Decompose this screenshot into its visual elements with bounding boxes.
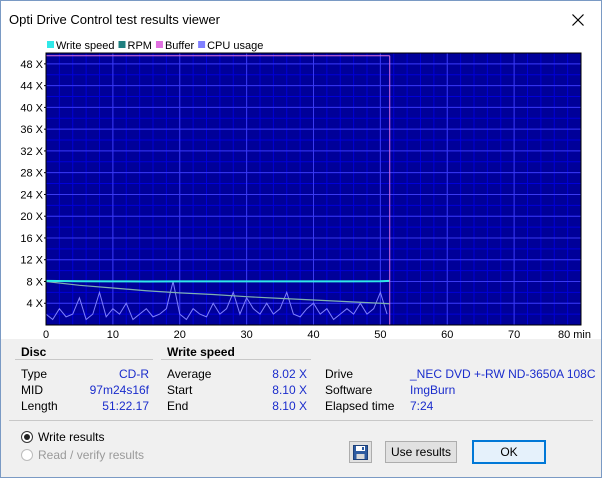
write-speed-line — [45, 279, 390, 283]
y-tick-label: 44 X — [20, 81, 43, 93]
software-label: Software — [325, 383, 373, 397]
x-tick-label: 50 — [374, 329, 386, 339]
elapsed-time-label: Elapsed time — [325, 399, 395, 413]
y-tick-label: 32 X — [20, 146, 43, 158]
disc-length-value: 51:22.17 — [102, 399, 149, 413]
elapsed-time-value: 7:24 — [410, 399, 434, 413]
y-tick-label: 24 X — [20, 189, 43, 201]
disc-heading: Disc — [21, 345, 47, 359]
x-tick-label: 80 min — [558, 329, 591, 339]
results-viewer-window: Opti Drive Control test results viewer 4… — [0, 0, 602, 478]
start-label: Start — [167, 383, 193, 397]
write-results-label[interactable]: Write results — [38, 430, 104, 444]
end-label: End — [167, 399, 189, 413]
y-tick-label: 12 X — [20, 255, 43, 267]
legend-label: CPU usage — [207, 40, 263, 52]
write-results-radio[interactable] — [21, 431, 33, 443]
window-title: Opti Drive Control test results viewer — [9, 12, 220, 27]
legend-swatch — [198, 41, 206, 48]
save-button[interactable] — [349, 441, 372, 463]
drive-label: Drive — [325, 367, 354, 381]
y-tick-label: 28 X — [20, 168, 43, 180]
write-speed-chart: 4 X 8 X 12 X 16 X 20 X 24 X 28 X 32 X 36 X 40 X 44… — [20, 40, 591, 339]
x-tick-label: 0 — [43, 329, 49, 339]
close-button[interactable] — [555, 1, 601, 39]
close-icon — [572, 14, 584, 26]
bottom-separator — [9, 420, 593, 421]
legend-swatch — [47, 41, 54, 48]
x-tick-label: 70 — [508, 329, 520, 339]
software-value: ImgBurn — [410, 383, 456, 397]
end-value: 8.10 X — [272, 399, 307, 413]
y-tick-label: 40 X — [20, 102, 43, 114]
drive-value: _NEC DVD +-RW ND-3650A 108C — [410, 367, 596, 381]
legend-label: RPM — [128, 40, 152, 52]
legend-swatch — [118, 41, 126, 48]
disc-mid-label: MID — [21, 383, 43, 397]
x-tick-label: 60 — [441, 329, 453, 339]
radio-selected-dot — [24, 434, 30, 440]
disc-separator — [15, 359, 153, 360]
x-tick-label: 20 — [174, 329, 186, 339]
y-tick-label: 36 X — [20, 124, 43, 136]
read-verify-radio[interactable] — [21, 449, 33, 461]
y-tick-label: 20 X — [20, 211, 43, 223]
use-results-button[interactable]: Use results — [385, 441, 457, 463]
title-bar: Opti Drive Control test results viewer — [1, 1, 601, 39]
y-tick-label: 8 X — [26, 276, 43, 288]
write-speed-separator — [161, 359, 311, 360]
average-value: 8.02 X — [272, 367, 307, 381]
read-verify-label[interactable]: Read / verify results — [38, 448, 144, 462]
legend-label: Write speed — [56, 40, 115, 52]
write-speed-heading: Write speed — [167, 345, 235, 359]
legend-label: Buffer — [165, 40, 194, 52]
disc-type-value: CD-R — [119, 367, 149, 381]
chart-panel: 4 X 8 X 12 X 16 X 20 X 24 X 28 X 32 X 36 X 40 X 44… — [1, 39, 601, 339]
start-value: 8.10 X — [272, 383, 307, 397]
x-tick-label: 30 — [241, 329, 253, 339]
floppy-disk-icon — [353, 444, 368, 460]
x-tick-label: 40 — [307, 329, 319, 339]
disc-length-label: Length — [21, 399, 58, 413]
disc-mid-value: 97m24s16f — [89, 383, 149, 397]
x-tick-label: 10 — [107, 329, 119, 339]
disc-type-label: Type — [21, 367, 48, 381]
y-tick-label: 48 X — [20, 59, 43, 71]
average-label: Average — [167, 367, 212, 381]
y-tick-label: 4 X — [26, 298, 43, 310]
ok-button[interactable]: OK — [472, 440, 546, 464]
legend-swatch — [155, 41, 163, 48]
y-tick-label: 16 X — [20, 233, 43, 245]
